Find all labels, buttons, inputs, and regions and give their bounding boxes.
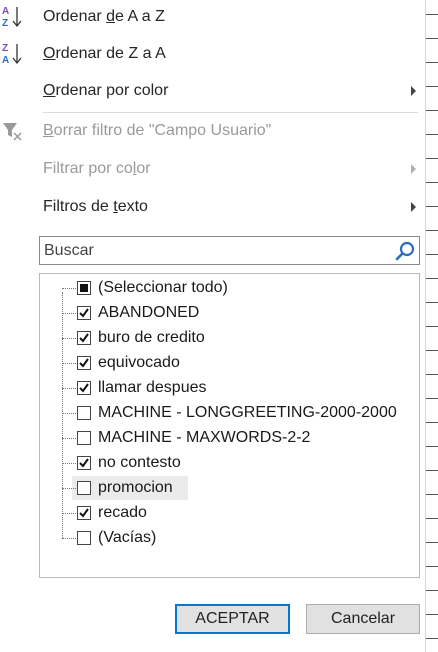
filter-value-item[interactable]: MACHINE - MAXWORDS-2-2 xyxy=(40,426,415,451)
check-icon xyxy=(79,308,89,318)
sort-ascending-icon: A Z xyxy=(0,2,34,32)
check-icon xyxy=(79,333,89,343)
svg-text:Z: Z xyxy=(2,43,8,54)
tree-branch xyxy=(62,463,76,464)
sort-by-color-item[interactable]: Ordenar por color xyxy=(0,74,425,108)
menu-separator xyxy=(43,112,418,113)
clear-filter-icon xyxy=(0,116,34,146)
checkbox[interactable] xyxy=(77,356,91,370)
tree-branch xyxy=(62,313,76,314)
worksheet-edge xyxy=(425,0,438,652)
svg-text:A: A xyxy=(2,55,9,66)
filter-value-item[interactable]: MACHINE - LONGGREETING-2000-2000 xyxy=(40,401,415,426)
filter-value-label: equivocado xyxy=(98,354,180,371)
filter-value-item[interactable]: equivocado xyxy=(40,351,415,376)
checkbox[interactable] xyxy=(77,281,91,295)
tree-branch xyxy=(62,363,76,364)
filter-value-label: llamar despues xyxy=(98,379,207,396)
sort-a-to-z-item[interactable]: A Z Ordenar de A a Z xyxy=(0,0,425,34)
filter-value-item[interactable]: ABANDONED xyxy=(40,301,415,326)
filter-value-label: (Vacías) xyxy=(98,529,157,546)
filter-value-label: MACHINE - LONGGREETING-2000-2000 xyxy=(98,404,397,421)
filter-value-item[interactable]: promocion xyxy=(40,476,415,501)
filter-value-item[interactable]: no contesto xyxy=(40,451,415,476)
tree-branch xyxy=(62,388,76,389)
filter-value-item[interactable]: recado xyxy=(40,501,415,526)
clear-filter-item: Borrar filtro de "Campo Usuario" xyxy=(0,114,425,148)
sort-by-color-label: Ordenar por color xyxy=(43,82,169,99)
tree-branch xyxy=(62,338,76,339)
checkbox[interactable] xyxy=(77,431,91,445)
tree-branch xyxy=(62,538,76,539)
filter-value-label: recado xyxy=(98,504,147,521)
filter-value-label: (Seleccionar todo) xyxy=(98,279,228,296)
check-icon xyxy=(79,383,89,393)
chevron-right-icon xyxy=(411,164,416,174)
sort-z-to-a-label: Ordenar de Z a A xyxy=(43,45,166,62)
tree-branch xyxy=(62,413,76,414)
search-icon[interactable] xyxy=(395,241,417,261)
search-box[interactable] xyxy=(39,236,420,265)
tree-branch xyxy=(62,288,76,289)
text-filters-item[interactable]: Filtros de texto xyxy=(0,190,425,224)
filter-by-color-label: Filtrar por color xyxy=(43,160,151,177)
cancel-button[interactable]: Cancelar xyxy=(306,604,420,634)
search-input[interactable] xyxy=(44,240,384,261)
checkbox[interactable] xyxy=(77,531,91,545)
tree-branch xyxy=(62,513,76,514)
checkbox[interactable] xyxy=(77,481,91,495)
accept-button[interactable]: ACEPTAR xyxy=(175,604,290,634)
filter-value-item[interactable]: (Vacías) xyxy=(40,526,415,551)
filter-value-label: promocion xyxy=(98,479,173,496)
svg-text:A: A xyxy=(2,6,9,17)
select-all-item[interactable]: (Seleccionar todo) xyxy=(40,276,415,301)
checkbox[interactable] xyxy=(77,306,91,320)
filter-value-item[interactable]: buro de credito xyxy=(40,326,415,351)
check-icon xyxy=(79,458,89,468)
checkbox[interactable] xyxy=(77,406,91,420)
checkbox[interactable] xyxy=(77,456,91,470)
filter-by-color-item: Filtrar por color xyxy=(0,152,425,186)
check-icon xyxy=(79,358,89,368)
check-icon xyxy=(79,508,89,518)
checkbox[interactable] xyxy=(77,381,91,395)
filter-value-label: no contesto xyxy=(98,454,181,471)
filter-value-label: MACHINE - MAXWORDS-2-2 xyxy=(98,429,311,446)
sort-descending-icon: Z A xyxy=(0,39,34,69)
chevron-right-icon xyxy=(411,202,416,212)
chevron-right-icon xyxy=(411,86,416,96)
filter-value-item[interactable]: llamar despues xyxy=(40,376,415,401)
checkbox[interactable] xyxy=(77,506,91,520)
filter-values-list[interactable]: (Seleccionar todo) ABANDONED buro de credi… xyxy=(39,273,420,578)
indeterminate-icon xyxy=(80,284,88,292)
checkbox[interactable] xyxy=(77,331,91,345)
sort-z-to-a-item[interactable]: Z A Ordenar de Z a A xyxy=(0,37,425,71)
filter-value-label: ABANDONED xyxy=(98,304,200,321)
filter-value-label: buro de credito xyxy=(98,329,205,346)
sort-a-to-z-label: Ordenar de A a Z xyxy=(43,8,165,25)
svg-text:Z: Z xyxy=(2,18,8,29)
text-filters-label: Filtros de texto xyxy=(43,198,148,215)
tree-branch xyxy=(62,438,76,439)
tree-branch xyxy=(62,488,76,489)
clear-filter-label: Borrar filtro de "Campo Usuario" xyxy=(43,122,272,139)
